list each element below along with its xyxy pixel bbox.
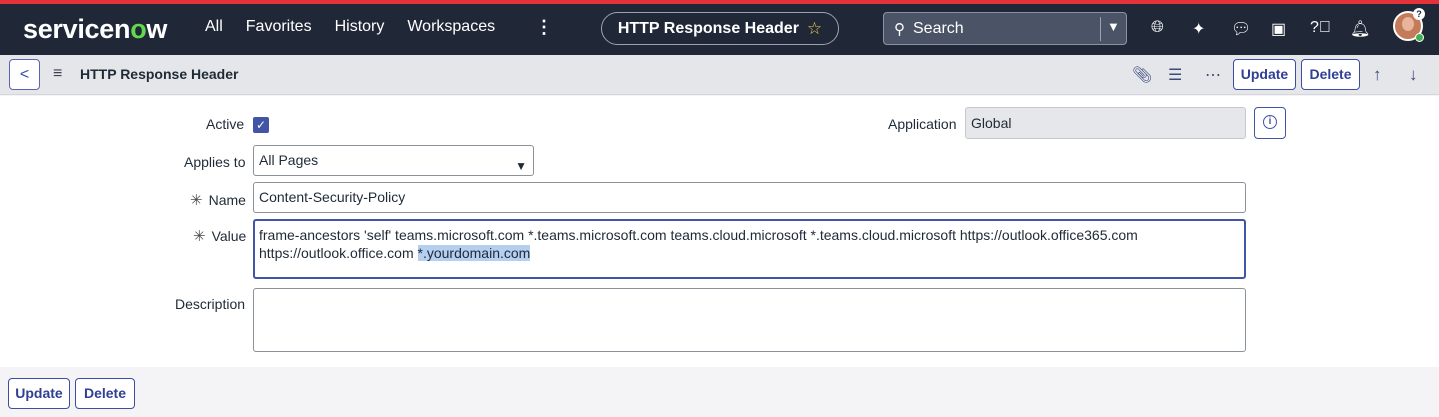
settings-sliders-icon[interactable]: ☰ xyxy=(1168,65,1182,85)
top-navigation-bar: servicenow All Favorites History Workspa… xyxy=(0,4,1439,55)
nav-links: All Favorites History Workspaces xyxy=(205,18,518,36)
application-field: Global xyxy=(965,107,1246,139)
global-search[interactable]: ⚲ Search ▼ xyxy=(883,12,1127,45)
status-dot xyxy=(1415,33,1424,42)
value-textarea[interactable]: frame-ancestors 'self' teams.microsoft.c… xyxy=(253,219,1246,279)
required-icon: ✳︎ xyxy=(193,228,206,245)
delete-button[interactable]: Delete xyxy=(1301,59,1360,90)
globe-icon[interactable]: 🌐︎ xyxy=(1151,19,1164,37)
nav-history[interactable]: History xyxy=(335,18,385,36)
checkmark-icon: ✓ xyxy=(255,118,267,132)
chevron-down-icon[interactable]: ▼ xyxy=(1107,19,1120,34)
record-form: Active ✓ Application Global i Applies to… xyxy=(0,96,1439,367)
servicenow-logo[interactable]: servicenow xyxy=(23,14,167,45)
avatar-face xyxy=(1402,17,1414,31)
record-header: < ≡ HTTP Response Header 📎︎ ☰ ⋯ Update D… xyxy=(0,55,1439,95)
badge-icon: ? xyxy=(1413,8,1425,20)
description-label: Description xyxy=(175,296,246,312)
description-textarea[interactable] xyxy=(253,288,1246,352)
update-button[interactable]: Update xyxy=(1233,59,1296,90)
chevron-down-icon: ▼ xyxy=(515,159,527,173)
value-label: ✳︎ Value xyxy=(193,228,247,245)
avatar[interactable]: ? xyxy=(1393,8,1425,42)
search-divider xyxy=(1100,17,1101,41)
value-line-2: https://outlook.office.com *.yourdomain.… xyxy=(259,245,531,261)
footer-delete-button[interactable]: Delete xyxy=(75,378,135,409)
nav-workspaces[interactable]: Workspaces xyxy=(407,18,495,36)
current-page-title: HTTP Response Header xyxy=(617,19,799,37)
nav-favorites[interactable]: Favorites xyxy=(246,18,312,36)
search-label: Search xyxy=(913,19,964,37)
search-icon: ⚲ xyxy=(894,20,905,38)
application-info-button[interactable]: i xyxy=(1254,107,1286,139)
bell-icon[interactable]: 🔔︎ xyxy=(1350,19,1370,39)
star-icon[interactable]: ☆ xyxy=(807,19,822,39)
current-page-pill[interactable]: HTTP Response Header ☆ xyxy=(601,12,839,45)
chat-icon[interactable]: 💬︎ xyxy=(1231,19,1251,39)
arrow-down-icon[interactable]: ↓ xyxy=(1409,65,1418,85)
screen-icon[interactable]: ▣ xyxy=(1271,19,1286,39)
value-line-1: frame-ancestors 'self' teams.microsoft.c… xyxy=(259,227,1138,243)
required-icon: ✳︎ xyxy=(190,192,203,209)
chevron-left-icon: < xyxy=(19,66,30,83)
name-field[interactable]: Content-Security-Policy xyxy=(253,182,1246,213)
attachment-icon[interactable]: 📎︎ xyxy=(1132,65,1152,85)
applies-to-select[interactable]: All Pages ▼ xyxy=(253,145,534,176)
more-vertical-icon[interactable]: ⋮ xyxy=(535,17,553,38)
form-footer: Update Delete xyxy=(0,367,1439,417)
application-label: Application xyxy=(888,116,957,132)
arrow-up-icon[interactable]: ↑ xyxy=(1373,65,1382,85)
applies-to-value: All Pages xyxy=(259,152,319,168)
applies-to-label: Applies to xyxy=(184,154,246,170)
name-label: ✳︎ Name xyxy=(190,192,246,209)
more-options-icon[interactable]: ⋯ xyxy=(1205,65,1221,85)
nav-all[interactable]: All xyxy=(205,18,223,36)
menu-icon[interactable]: ≡ xyxy=(53,65,62,83)
footer-update-button[interactable]: Update xyxy=(8,378,70,409)
active-label: Active xyxy=(206,116,245,132)
help-icon[interactable]: ?⃝ xyxy=(1310,19,1331,37)
sparkle-icon[interactable]: ✦ xyxy=(1192,19,1205,39)
back-button[interactable]: < xyxy=(9,59,40,90)
selected-text: *.yourdomain.com xyxy=(417,245,531,261)
page-title: HTTP Response Header xyxy=(80,66,239,82)
active-checkbox[interactable]: ✓ xyxy=(253,117,269,133)
info-icon: i xyxy=(1263,115,1277,129)
